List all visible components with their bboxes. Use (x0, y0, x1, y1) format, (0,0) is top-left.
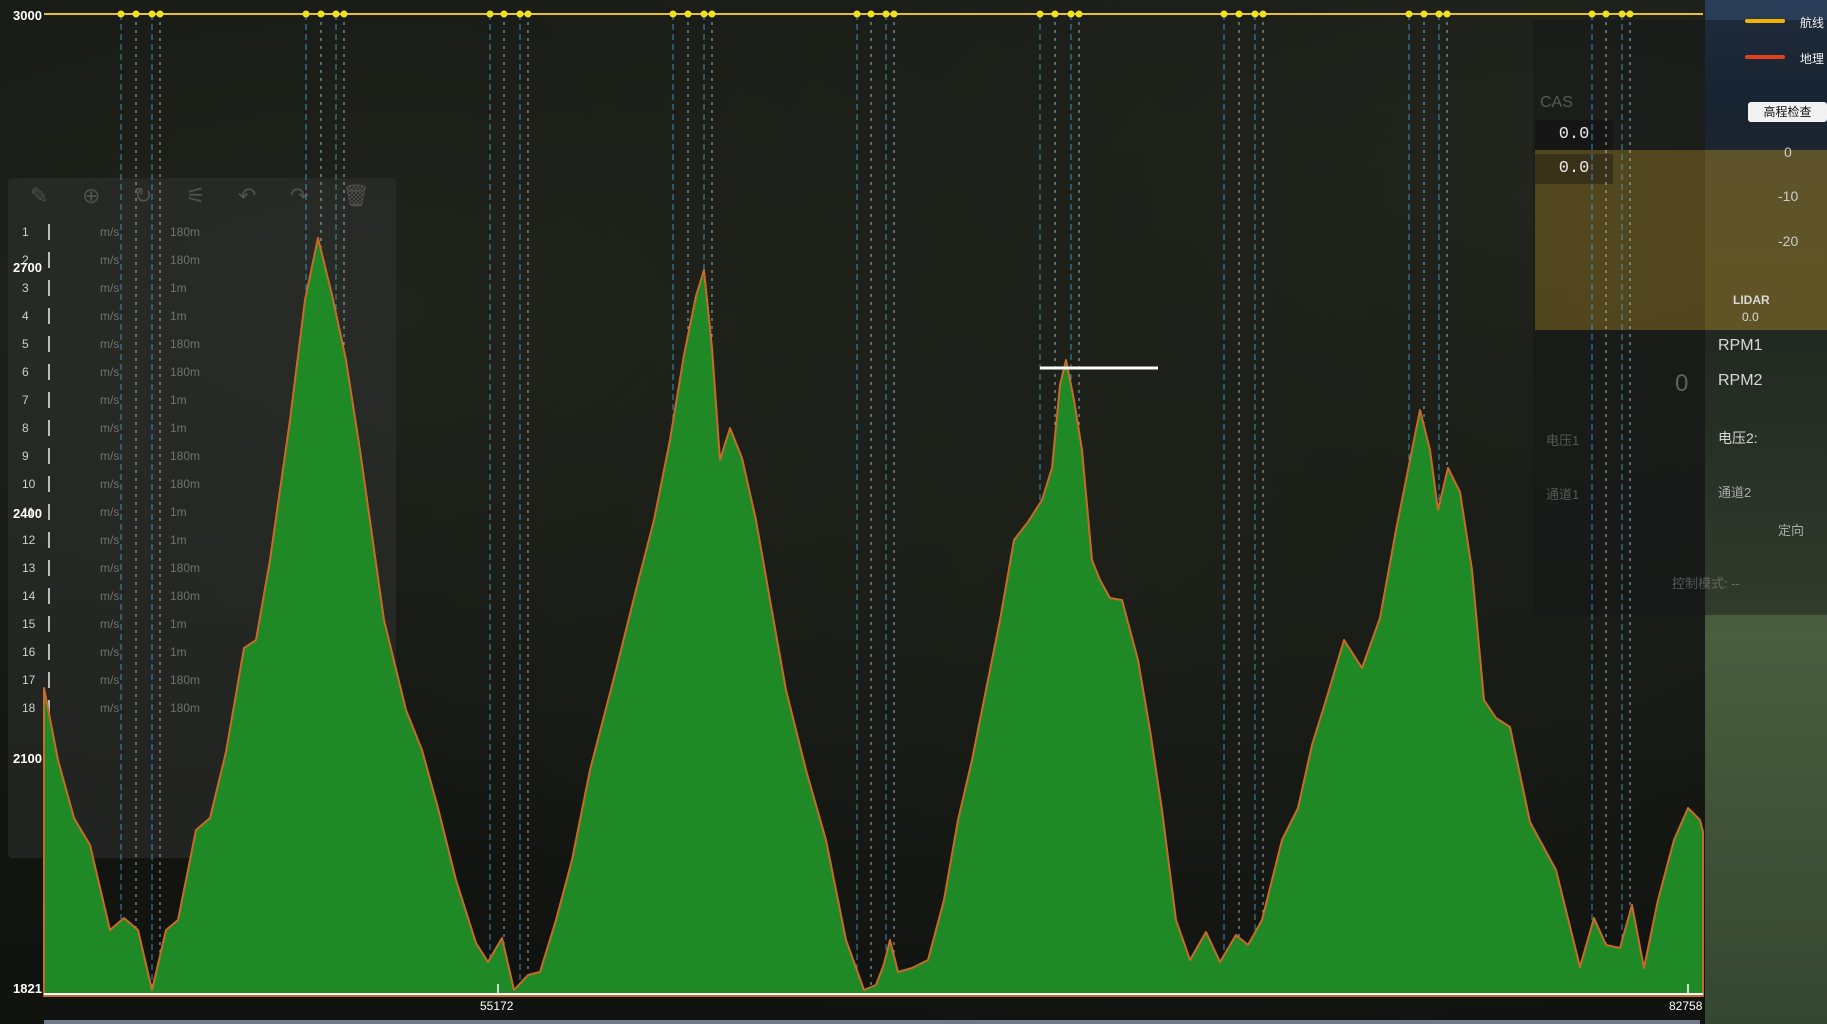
elevation-profile-chart[interactable]: 3000 2700 2400 2100 1821 55172 82758 (0, 0, 1827, 1024)
waypoint-dot[interactable] (500, 10, 508, 18)
waypoint-dot[interactable] (524, 10, 532, 18)
waypoint-dot[interactable] (1036, 10, 1044, 18)
waypoint-dot[interactable] (684, 10, 692, 18)
terrain-profile-area (43, 237, 1704, 997)
waypoint-dot[interactable] (1075, 10, 1083, 18)
waypoint-dot[interactable] (1420, 10, 1428, 18)
waypoint-dot[interactable] (669, 10, 677, 18)
waypoint-dot[interactable] (1220, 10, 1228, 18)
waypoint-dot[interactable] (132, 10, 140, 18)
waypoint-dot[interactable] (853, 10, 861, 18)
y-label-3000: 3000 (13, 8, 42, 23)
waypoint-dot[interactable] (1251, 10, 1259, 18)
waypoint-dot[interactable] (708, 10, 716, 18)
waypoint-dot[interactable] (1259, 10, 1267, 18)
waypoint-dot[interactable] (1626, 10, 1634, 18)
waypoint-dot[interactable] (1588, 10, 1596, 18)
waypoint-dot[interactable] (882, 10, 890, 18)
waypoint-dot[interactable] (1235, 10, 1243, 18)
waypoint-dot[interactable] (867, 10, 875, 18)
waypoint-dot[interactable] (486, 10, 494, 18)
y-label-2100: 2100 (13, 751, 42, 766)
waypoint-dot[interactable] (1618, 10, 1626, 18)
waypoint-dot[interactable] (340, 10, 348, 18)
waypoint-dot[interactable] (156, 10, 164, 18)
y-label-2400: 2400 (13, 506, 42, 521)
waypoint-dot[interactable] (317, 10, 325, 18)
waypoint-dot[interactable] (890, 10, 898, 18)
waypoint-dot[interactable] (700, 10, 708, 18)
waypoint-dot[interactable] (1435, 10, 1443, 18)
y-label-1821: 1821 (13, 981, 42, 996)
waypoint-dot[interactable] (1067, 10, 1075, 18)
x-label-82758: 82758 (1669, 999, 1703, 1013)
waypoint-dot[interactable] (302, 10, 310, 18)
waypoint-dot[interactable] (516, 10, 524, 18)
y-label-2700: 2700 (13, 260, 42, 275)
waypoint-dot[interactable] (1051, 10, 1059, 18)
waypoint-dot[interactable] (148, 10, 156, 18)
waypoint-dot[interactable] (332, 10, 340, 18)
waypoint-dot[interactable] (1602, 10, 1610, 18)
waypoint-dot[interactable] (1405, 10, 1413, 18)
x-label-55172: 55172 (480, 999, 514, 1013)
waypoint-dot[interactable] (117, 10, 125, 18)
waypoint-dot[interactable] (1443, 10, 1451, 18)
